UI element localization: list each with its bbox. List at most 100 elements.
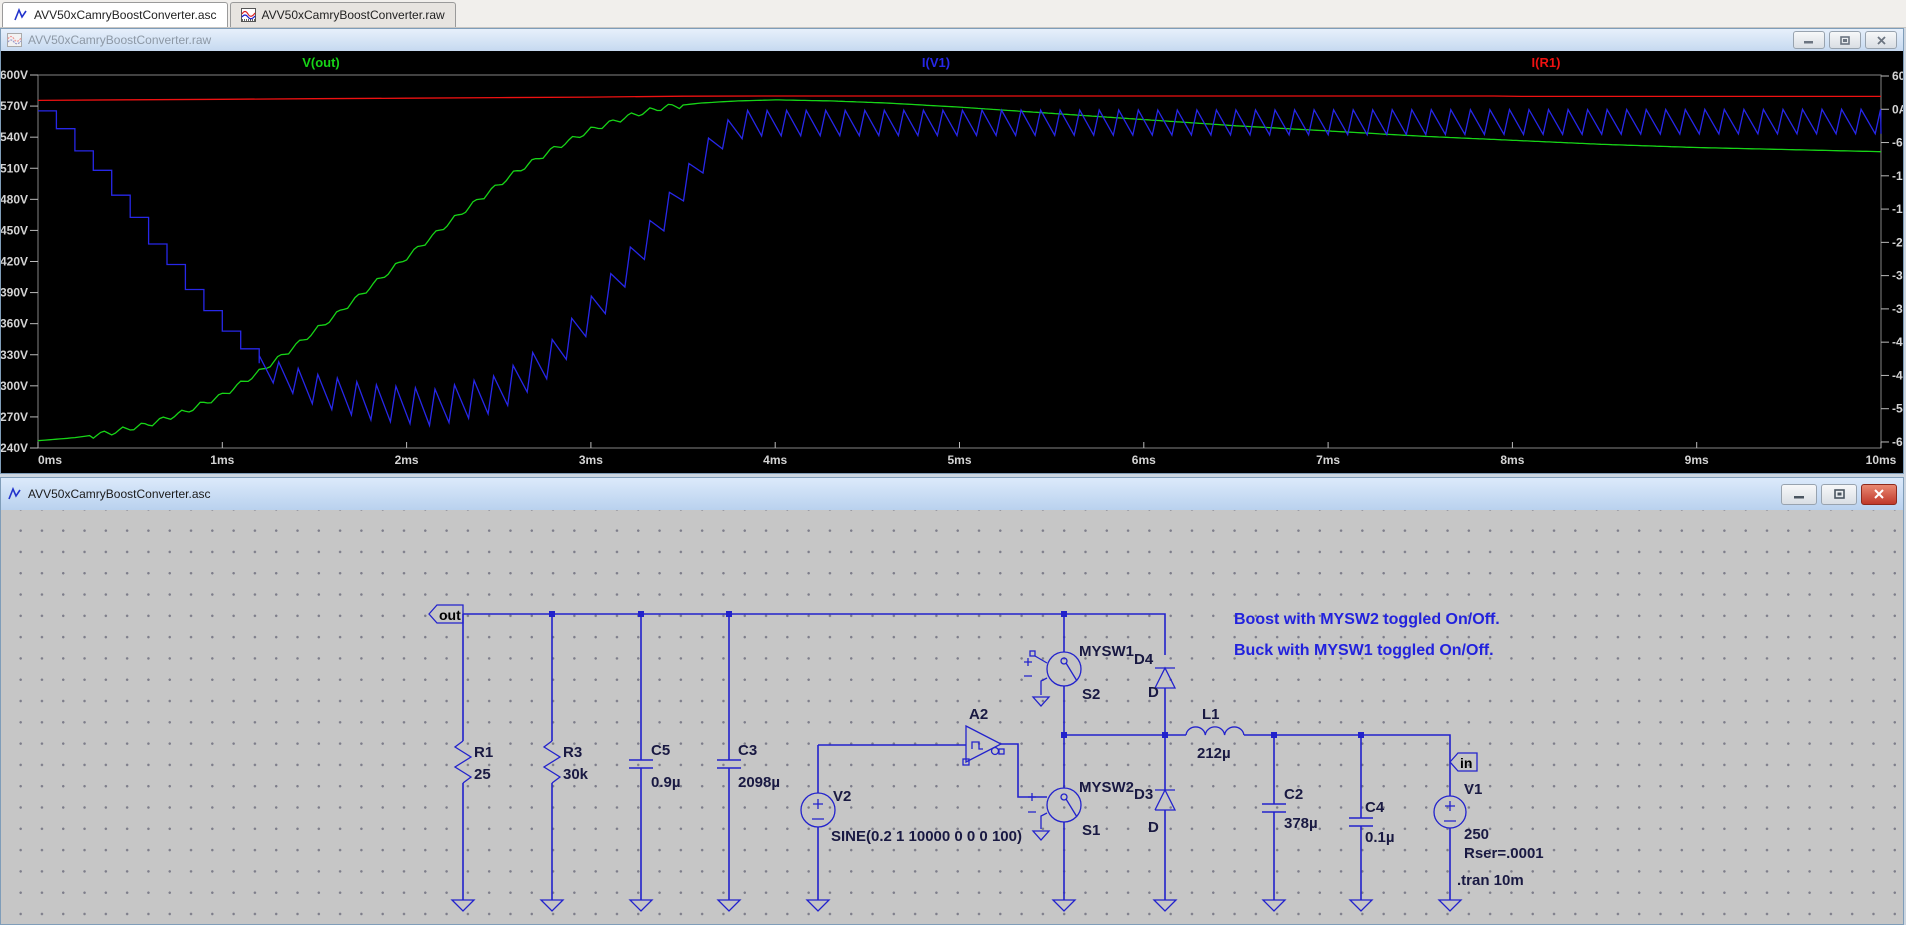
value-C3[interactable]: 2098µ (738, 774, 780, 791)
label-R1[interactable]: R1 (474, 744, 493, 761)
value-MYSW1[interactable]: S2 (1082, 686, 1100, 703)
right-axis-label: -480A (1892, 368, 1903, 382)
restore-button[interactable] (1821, 484, 1857, 505)
close-button[interactable] (1861, 484, 1897, 505)
component-C5[interactable]: C5 0.9µ (629, 742, 681, 791)
label-MYSW1[interactable]: MYSW1 (1079, 643, 1134, 660)
label-L1[interactable]: L1 (1202, 706, 1220, 723)
waveform-window: AVV50xCamryBoostConverter.raw V(out) I(V… (0, 28, 1904, 474)
right-axis-label: -120A (1892, 169, 1903, 183)
net-flag-out-label[interactable]: out (439, 607, 461, 623)
value-V1[interactable]: 250 (1464, 826, 1489, 843)
net-flag-in-label[interactable]: in (1460, 755, 1472, 771)
value-C2[interactable]: 378µ (1284, 815, 1318, 832)
label-C2[interactable]: C2 (1284, 786, 1303, 803)
left-axis-label: 570V (1, 99, 28, 113)
left-axis-label: 480V (1, 192, 28, 206)
schematic-icon (13, 8, 28, 22)
label-V2[interactable]: V2 (833, 788, 851, 805)
right-axis-label: -540A (1892, 402, 1903, 416)
left-axis-label: 330V (1, 348, 28, 362)
label-V1[interactable]: V1 (1464, 781, 1482, 798)
minimize-button[interactable] (1781, 484, 1817, 505)
value-C5[interactable]: 0.9µ (651, 774, 681, 791)
left-axis-label: 420V (1, 255, 28, 269)
tab-asc-label: AVV50xCamryBoostConverter.asc (34, 8, 217, 22)
waveform-window-title: AVV50xCamryBoostConverter.raw (28, 33, 1787, 47)
schematic-titlebar[interactable]: AVV50xCamryBoostConverter.asc (1, 478, 1903, 511)
value-R1[interactable]: 25 (474, 766, 491, 783)
waveform-plot[interactable]: 600V570V540V510V480V450V420V390V360V330V… (1, 51, 1903, 473)
tab-raw[interactable]: AVV50xCamryBoostConverter.raw (230, 2, 456, 27)
x-axis-label: 6ms (1132, 453, 1156, 467)
restore-button[interactable] (1829, 31, 1861, 49)
component-C2[interactable]: C2 378µ (1262, 786, 1318, 832)
schematic-window: AVV50xCamryBoostConverter.asc (0, 477, 1904, 925)
component-C3[interactable]: C3 2098µ (717, 742, 780, 791)
label-D3[interactable]: D3 (1134, 786, 1153, 803)
x-axis-label: 3ms (579, 453, 603, 467)
label-MYSW2[interactable]: MYSW2 (1079, 779, 1134, 796)
component-MYSW2[interactable]: MYSW2 S1 (1028, 779, 1134, 839)
right-axis-label: -420A (1892, 335, 1903, 349)
label-C4[interactable]: C4 (1365, 799, 1385, 816)
left-axis-label: 540V (1, 130, 28, 144)
left-axis-label: 450V (1, 223, 28, 237)
annotation-buck[interactable]: Buck with MYSW1 toggled On/Off. (1234, 642, 1494, 659)
value-C4[interactable]: 0.1µ (1365, 829, 1395, 846)
value-R3[interactable]: 30k (563, 766, 589, 783)
tab-raw-label: AVV50xCamryBoostConverter.raw (262, 8, 445, 22)
component-D3[interactable]: D3 D (1134, 786, 1175, 836)
close-button[interactable] (1865, 31, 1897, 49)
component-L1[interactable]: L1 212µ (1186, 706, 1244, 762)
right-axis-label: 0A (1892, 102, 1903, 116)
left-axis-label: 240V (1, 441, 28, 455)
component-C4[interactable]: C4 0.1µ (1349, 799, 1395, 846)
component-D4[interactable]: D4 D (1134, 651, 1175, 701)
label-C5[interactable]: C5 (651, 742, 670, 759)
spice-directive[interactable]: .tran 10m (1457, 872, 1524, 889)
annotation-boost[interactable]: Boost with MYSW2 toggled On/Off. (1234, 611, 1500, 628)
value-D3[interactable]: D (1148, 819, 1159, 836)
component-V2[interactable]: V2 SINE(0.2 1 10000 0 0 0 100) (801, 788, 1022, 845)
legend-vout[interactable]: V(out) (246, 55, 396, 70)
x-axis-label: 2ms (395, 453, 419, 467)
schematic-drawing: out R1 25 R3 30k C5 0.9µ (1, 510, 1905, 924)
component-MYSW1[interactable]: MYSW1 S2 (1024, 643, 1134, 703)
minimize-button[interactable] (1793, 31, 1825, 49)
right-axis-label: -60A (1892, 136, 1903, 150)
x-axis-label: 4ms (763, 453, 787, 467)
legend-iv1[interactable]: I(V1) (861, 55, 1011, 70)
right-axis-label: 60A (1892, 69, 1903, 83)
plot-area[interactable]: V(out) I(V1) I(R1) 600V 570V 540V 510V 480V 4… (1, 51, 1903, 473)
value-D4[interactable]: D (1148, 684, 1159, 701)
value-V2[interactable]: SINE(0.2 1 10000 0 0 0 100) (831, 828, 1022, 845)
tab-asc[interactable]: AVV50xCamryBoostConverter.asc (2, 2, 228, 27)
label-R3[interactable]: R3 (563, 744, 582, 761)
left-axis-label: 510V (1, 161, 28, 175)
legend-ir1[interactable]: I(R1) (1471, 55, 1621, 70)
label-A2[interactable]: A2 (969, 706, 988, 723)
x-axis-label: 8ms (1500, 453, 1524, 467)
waveform-icon (241, 8, 256, 22)
waveform-titlebar[interactable]: AVV50xCamryBoostConverter.raw (1, 29, 1903, 52)
schematic-window-icon (7, 487, 22, 501)
net-flag-in[interactable]: in (1450, 753, 1477, 771)
trace-IR1[interactable] (38, 96, 1881, 100)
component-R1[interactable]: R1 25 (455, 741, 493, 783)
schematic-canvas[interactable]: out R1 25 R3 30k C5 0.9µ (1, 510, 1903, 924)
label-D4[interactable]: D4 (1134, 651, 1154, 668)
value2-V1[interactable]: Rser=.0001 (1464, 845, 1544, 862)
ground-symbols[interactable] (452, 697, 1461, 911)
net-flag-out[interactable]: out (429, 605, 463, 623)
tab-bar: AVV50xCamryBoostConverter.asc AVV50xCamr… (0, 0, 1906, 28)
value-L1[interactable]: 212µ (1197, 745, 1231, 762)
label-C3[interactable]: C3 (738, 742, 757, 759)
component-R3[interactable]: R3 30k (544, 741, 589, 783)
x-axis-label: 0ms (38, 453, 62, 467)
value-MYSW2[interactable]: S1 (1082, 822, 1100, 839)
left-axis-label: 300V (1, 379, 28, 393)
component-A2[interactable]: A2 (963, 706, 1004, 765)
left-axis-label: 600V (1, 68, 28, 82)
trace-IV1[interactable] (38, 109, 1881, 425)
